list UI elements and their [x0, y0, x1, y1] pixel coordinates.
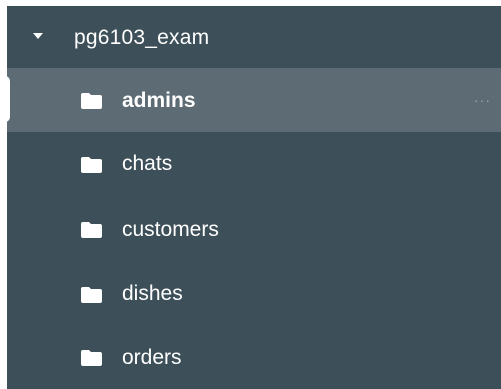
- database-name: pg6103_exam: [74, 26, 210, 49]
- database-item[interactable]: pg6103_exam: [7, 6, 501, 68]
- collection-label: orders: [122, 346, 182, 369]
- folder-icon: [81, 350, 102, 366]
- collection-item-customers[interactable]: customers: [7, 196, 501, 260]
- more-actions-icon[interactable]: ···: [474, 93, 491, 107]
- collection-label: dishes: [122, 282, 183, 305]
- folder-icon: [81, 222, 102, 238]
- folder-icon: [81, 157, 102, 173]
- collection-item-orders[interactable]: orders: [7, 324, 501, 388]
- collection-item-chats[interactable]: chats: [7, 132, 501, 196]
- collection-label: customers: [122, 218, 219, 241]
- collection-item-dishes[interactable]: dishes: [7, 260, 501, 324]
- collection-item-admins[interactable]: admins ···: [7, 68, 501, 132]
- caret-down-icon[interactable]: [33, 33, 43, 39]
- collection-label: admins: [122, 89, 196, 112]
- folder-icon: [81, 93, 102, 109]
- collection-label: chats: [122, 152, 173, 175]
- sidebar-panel: pg6103_exam admins ··· chats customers d…: [7, 6, 501, 389]
- folder-icon: [81, 287, 102, 303]
- selection-indicator: [7, 76, 10, 122]
